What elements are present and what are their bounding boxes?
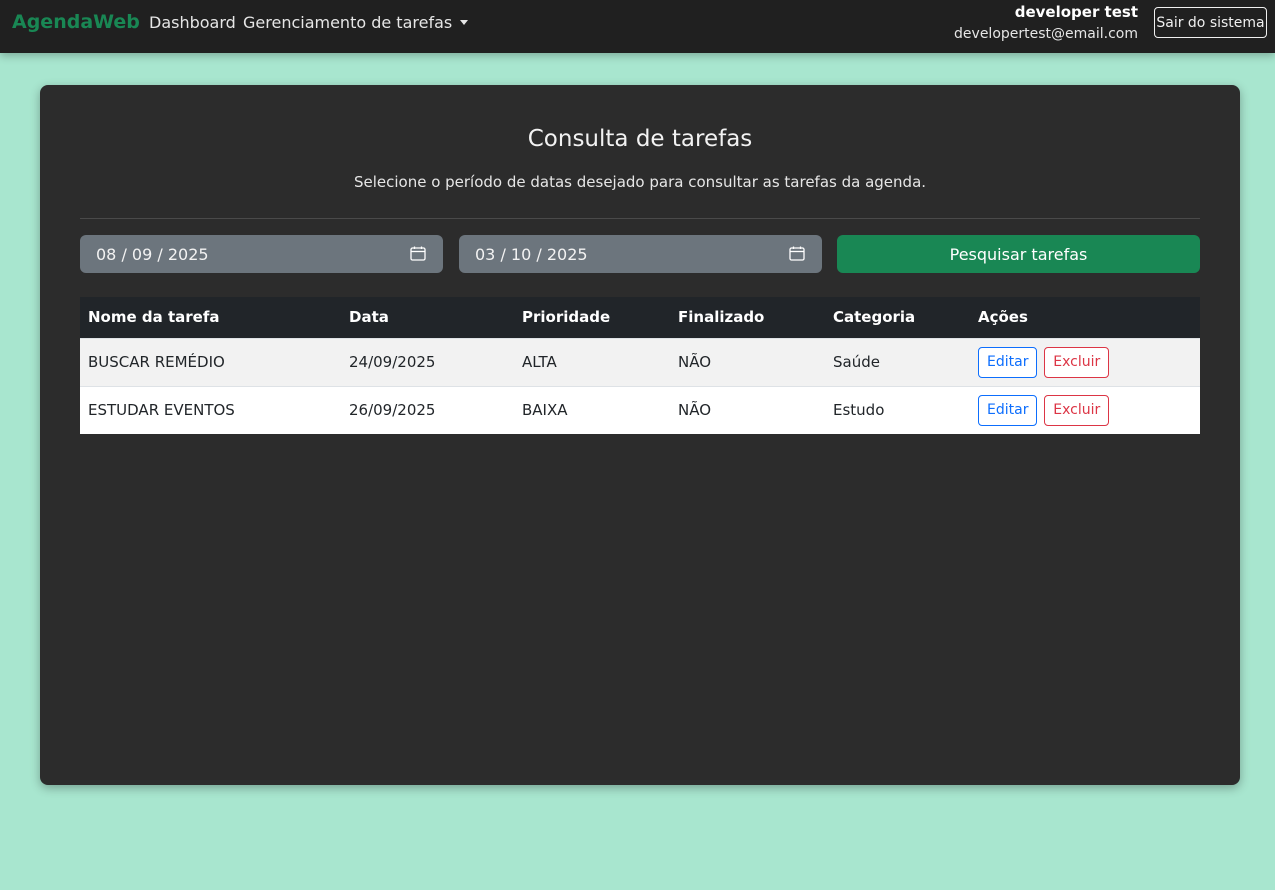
task-name: BUSCAR REMÉDIO [80, 337, 341, 386]
calendar-icon[interactable] [789, 246, 805, 261]
calendar-icon[interactable] [410, 246, 426, 261]
search-tasks-button[interactable]: Pesquisar tarefas [837, 235, 1200, 273]
tasks-table: Nome da tarefa Data Prioridade Finalizad… [80, 297, 1200, 434]
task-priority: ALTA [514, 337, 670, 386]
task-name: ESTUDAR EVENTOS [80, 385, 341, 434]
user-email: developertest@email.com [954, 26, 1138, 42]
column-header-category: Categoria [825, 297, 970, 338]
task-actions: Editar Excluir [970, 385, 1200, 434]
page-subtitle: Selecione o período de datas desejado pa… [353, 173, 927, 191]
brand-logo[interactable]: AgendaWeb [12, 11, 140, 33]
task-query-card: Consulta de tarefas Selecione o período … [40, 85, 1240, 785]
task-priority: BAIXA [514, 385, 670, 434]
nav-tasks-dropdown[interactable]: Gerenciamento de tarefas [243, 13, 469, 32]
task-finished: NÃO [670, 337, 825, 386]
page-title: Consulta de tarefas [527, 126, 753, 152]
table-row: BUSCAR REMÉDIO 24/09/2025 ALTA NÃO Saúde… [80, 337, 1200, 386]
column-header-finished: Finalizado [670, 297, 825, 338]
logout-button[interactable]: Sair do sistema [1154, 7, 1267, 38]
column-header-priority: Prioridade [514, 297, 670, 338]
column-header-actions: Ações [970, 297, 1200, 338]
end-date-value: 03 / 10 / 2025 [475, 245, 588, 264]
user-info: developer test developertest@email.com [954, 3, 1138, 46]
column-header-name: Nome da tarefa [80, 297, 341, 338]
table-row: ESTUDAR EVENTOS 26/09/2025 BAIXA NÃO Est… [80, 385, 1200, 434]
task-category: Estudo [825, 385, 970, 434]
edit-button[interactable]: Editar [978, 394, 1038, 426]
task-date: 24/09/2025 [341, 337, 514, 386]
delete-button[interactable]: Excluir [1044, 346, 1110, 378]
start-date-input[interactable]: 08 / 09 / 2025 [80, 235, 443, 273]
column-header-date: Data [341, 297, 514, 338]
edit-button[interactable]: Editar [978, 346, 1038, 378]
task-category: Saúde [825, 337, 970, 386]
navbar: AgendaWeb Dashboard Gerenciamento de tar… [0, 0, 1275, 53]
user-name: developer test [1014, 3, 1138, 21]
nav-tasks-label: Gerenciamento de tarefas [243, 13, 453, 32]
task-finished: NÃO [670, 385, 825, 434]
table-header-row: Nome da tarefa Data Prioridade Finalizad… [80, 297, 1200, 338]
chevron-down-icon [460, 20, 469, 25]
nav-dashboard[interactable]: Dashboard [149, 13, 236, 32]
start-date-value: 08 / 09 / 2025 [96, 245, 209, 264]
task-date: 26/09/2025 [341, 385, 514, 434]
divider [80, 218, 1200, 219]
end-date-input[interactable]: 03 / 10 / 2025 [459, 235, 822, 273]
task-actions: Editar Excluir [970, 337, 1200, 386]
delete-button[interactable]: Excluir [1044, 394, 1110, 426]
